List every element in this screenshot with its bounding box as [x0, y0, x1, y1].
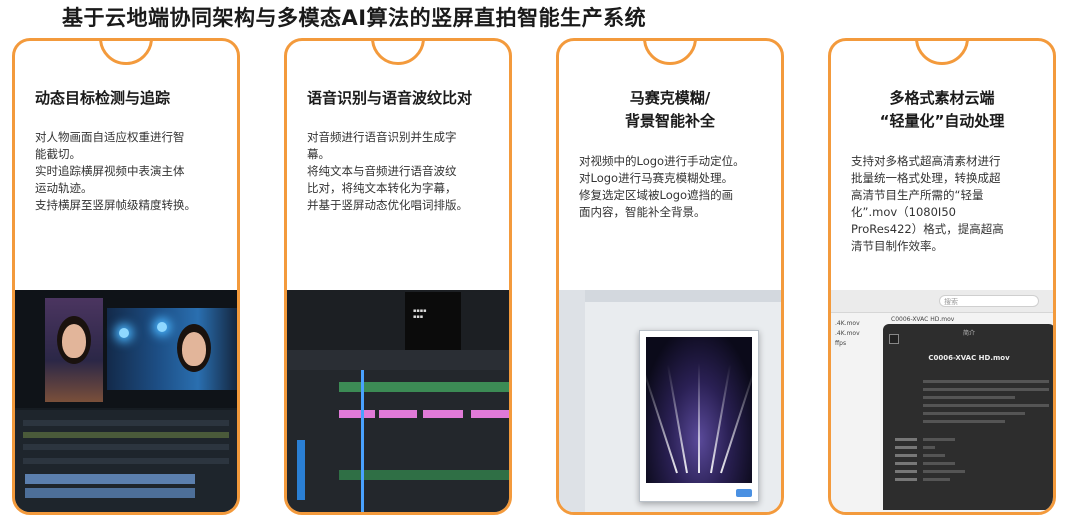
- card-title: 马赛克模糊/ 背景智能补全: [624, 89, 715, 130]
- video-viewer: [15, 290, 237, 408]
- file-list-item[interactable]: ffps: [835, 340, 846, 347]
- card-notch: [915, 41, 969, 65]
- file-list-item[interactable]: .4K.mov: [835, 320, 860, 327]
- mosaic-tool-screenshot: [559, 290, 781, 512]
- card-title: 多格式素材云端 “轻量化”自动处理: [879, 89, 1005, 130]
- horizontal-frame: [107, 308, 237, 390]
- subtitle-editor-screenshot: ▪▪▪▪ ▪▪▪: [287, 290, 509, 512]
- stage-preview: [646, 337, 752, 483]
- finder-toolbar: 搜索: [831, 290, 1053, 313]
- video-clip: [25, 474, 195, 484]
- page-title: 基于云地端协同架构与多模态AI算法的竖屏直拍智能生产系统: [62, 6, 647, 30]
- subtitle-timeline: [287, 370, 509, 512]
- card-object-tracking: 动态目标检测与追踪 对人物画面自适应权重进行智 能截切。 实时追踪横屏视频中表演…: [12, 38, 240, 515]
- vertical-frame: [45, 298, 103, 402]
- card-speech-recognition: 语音识别与语音波纹比对 对音频进行语音识别并生成字 幕。 将纯文本与音频进行语音…: [284, 38, 512, 515]
- file-list-item[interactable]: .4K.mov: [835, 330, 860, 337]
- search-input[interactable]: 搜索: [939, 295, 1039, 307]
- editor-screenshot: [15, 290, 237, 512]
- audio-clip: [25, 488, 195, 498]
- info-panel: 简介 C0006-XVAC HD.mov: [883, 324, 1053, 510]
- selected-file[interactable]: C0006-XVAC HD.mov: [891, 316, 954, 323]
- card-description: 支持对多格式超高清素材进行 批量统一格式处理，转换成超 高清节目生产所需的“轻量…: [851, 154, 1004, 253]
- app-sidebar: [559, 290, 585, 512]
- playhead[interactable]: [361, 370, 364, 512]
- card-notch: [371, 41, 425, 65]
- card-title: 动态目标检测与追踪: [35, 89, 171, 107]
- card-title: 语音识别与语音波纹比对: [307, 89, 473, 107]
- confirm-button[interactable]: [736, 489, 752, 497]
- preview-monitor: ▪▪▪▪ ▪▪▪: [405, 292, 461, 352]
- toolbar: [287, 350, 509, 370]
- card-notch: [99, 41, 153, 65]
- card-description: 对人物画面自适应权重进行智 能截切。 实时追踪横屏视频中表演主体 运动轨迹。 支…: [35, 130, 196, 212]
- card-notch: [643, 41, 697, 65]
- info-file-name: C0006-XVAC HD.mov: [928, 354, 1010, 362]
- file-info-screenshot: 搜索 .4K.mov .4K.mov ffps C0006-XVAC HD.mo…: [831, 290, 1053, 512]
- info-panel-title: 简介: [962, 330, 975, 337]
- editor-timeline: [15, 410, 237, 512]
- card-format-conversion: 多格式素材云端 “轻量化”自动处理 支持对多格式超高清素材进行 批量统一格式处理…: [828, 38, 1056, 515]
- card-mosaic-inpainting: 马赛克模糊/ 背景智能补全 对视频中的Logo进行手动定位。 对Logo进行马赛…: [556, 38, 784, 515]
- card-description: 对视频中的Logo进行手动定位。 对Logo进行马赛克模糊处理。 修复选定区域被…: [579, 154, 745, 219]
- app-header: [559, 290, 781, 302]
- preview-dialog: [639, 330, 759, 502]
- card-description: 对音频进行语音识别并生成字 幕。 将纯文本与音频进行语音波纹 比对，将纯文本转化…: [307, 130, 468, 212]
